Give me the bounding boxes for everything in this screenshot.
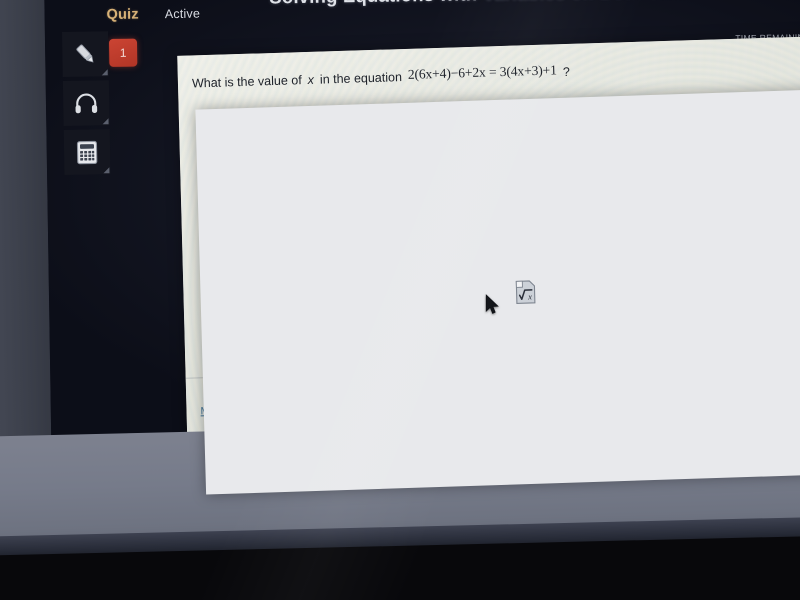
question-number-badge[interactable]: 1: [108, 38, 138, 67]
svg-text:x: x: [527, 291, 532, 301]
question-equation: 2(6x+4)−6+2x = 3(4x+3)+1: [407, 62, 557, 82]
mouse-cursor: [485, 294, 500, 321]
question-variable: x: [307, 72, 315, 87]
tool-formula-sheet[interactable]: x: [195, 88, 800, 495]
highlighter-icon: [76, 44, 94, 62]
tool-calculator[interactable]: [63, 129, 111, 175]
nav-status-label: Active: [164, 6, 201, 22]
question-text: What is the value of x in the equation 2…: [191, 62, 570, 92]
tool-highlighter[interactable]: [62, 31, 109, 77]
calculator-icon: [76, 140, 98, 164]
photo-of-monitor: Solving Equations with Variables on Both…: [0, 0, 800, 600]
tool-read-aloud[interactable]: [62, 80, 110, 126]
headphones-icon: [75, 93, 98, 113]
cursor-arrow-icon: [485, 294, 499, 314]
formula-sheet-icon: x: [515, 279, 536, 304]
tool-rail: x: [62, 31, 800, 495]
quiz-nav: Quiz Active: [106, 6, 201, 24]
question-prompt-after: in the equation: [319, 70, 403, 87]
question-prompt-before: What is the value of: [191, 73, 302, 91]
question-mark: ?: [562, 64, 570, 80]
nav-quiz-label[interactable]: Quiz: [106, 7, 138, 24]
